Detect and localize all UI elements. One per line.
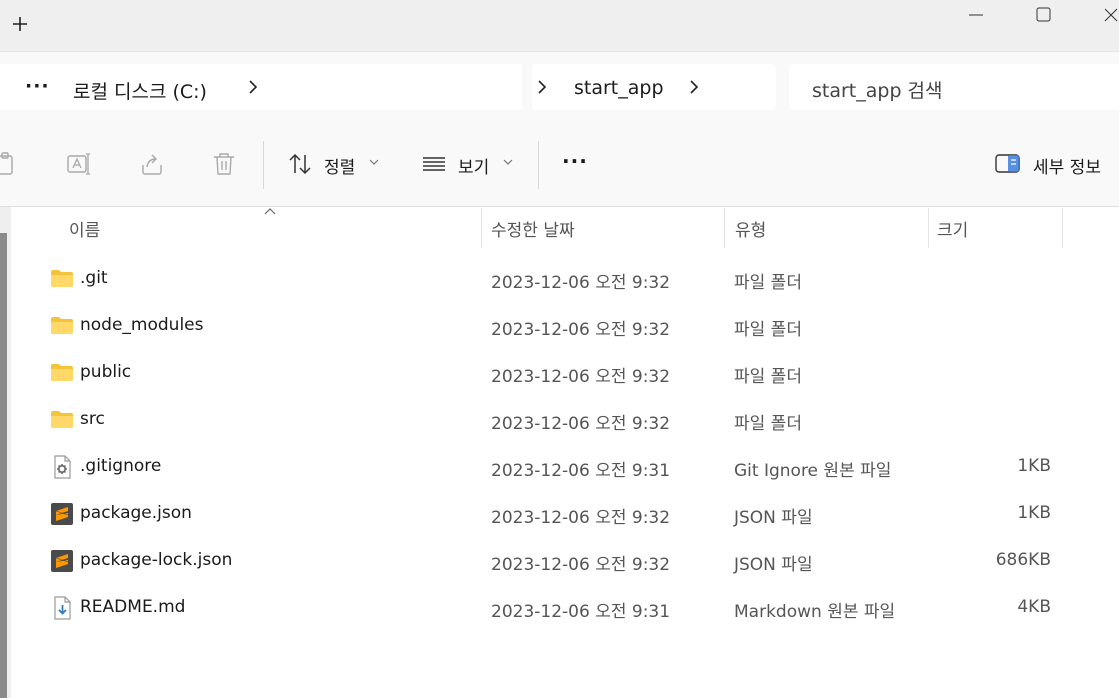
chevron-right-icon-glyph [690, 80, 699, 94]
breadcrumb-current-folder[interactable]: start_app [574, 77, 664, 99]
file-type: 파일 폴더 [734, 320, 802, 340]
file-row[interactable]: node_modules 2023-12-06 오전 9:32 파일 폴더 [11, 303, 1119, 350]
column-divider[interactable] [481, 208, 482, 248]
scrollbar-thumb[interactable] [0, 233, 7, 698]
folder-icon [50, 267, 74, 289]
details-pane-icon [995, 153, 1021, 179]
file-row[interactable]: .gitignore 2023-12-06 오전 9:31 Git Ignore 원… [11, 444, 1119, 491]
paste-button[interactable] [0, 151, 18, 177]
file-type: JSON 파일 [734, 508, 813, 528]
chevron-right-icon-glyph [538, 80, 547, 94]
close-icon [1104, 8, 1118, 22]
file-type: JSON 파일 [734, 555, 813, 575]
chevron-down-icon [503, 156, 513, 169]
settings-file-icon [50, 455, 74, 479]
file-date-modified: 2023-12-06 오전 9:32 [491, 508, 671, 528]
rename-icon [67, 153, 90, 175]
details-label: 세부 정보 [1033, 158, 1101, 178]
toolbar-divider [538, 141, 539, 189]
chevron-right-icon-glyph [249, 80, 258, 94]
file-type: 파일 폴더 [734, 273, 802, 293]
trash-icon [214, 153, 234, 175]
share-icon [142, 154, 162, 175]
address-bar: ··· 로컬 디스크 (C:) start_app start_app 검색 [0, 51, 1119, 126]
file-size: 1KB [1017, 456, 1051, 476]
column-divider[interactable] [1062, 208, 1063, 248]
file-name: node_modules [80, 315, 204, 335]
close-button[interactable] [1098, 5, 1119, 25]
maximize-icon [1036, 7, 1051, 22]
file-date-modified: 2023-12-06 오전 9:32 [491, 320, 671, 340]
sort-label: 정렬 [324, 158, 356, 178]
column-header-type[interactable]: 유형 [735, 216, 766, 241]
column-header-name[interactable]: 이름 [69, 216, 100, 241]
paste-icon [0, 152, 13, 175]
minimize-icon [969, 14, 983, 16]
file-date-modified: 2023-12-06 오전 9:32 [491, 414, 671, 434]
share-button[interactable] [139, 151, 165, 177]
folder-icon [50, 408, 74, 430]
file-date-modified: 2023-12-06 오전 9:31 [491, 602, 671, 622]
column-divider[interactable] [724, 208, 725, 248]
file-name: src [80, 409, 105, 429]
file-row[interactable]: public 2023-12-06 오전 9:32 파일 폴더 [11, 350, 1119, 397]
navigation-pane-scrollbar[interactable] [0, 207, 11, 698]
file-type: 파일 폴더 [734, 414, 802, 434]
file-name: public [80, 362, 132, 382]
view-list-icon [421, 151, 447, 177]
file-row[interactable]: package-lock.json 2023-12-06 오전 9:32 JSON … [11, 538, 1119, 585]
search-input[interactable]: start_app 검색 [789, 64, 1119, 110]
file-date-modified: 2023-12-06 오전 9:32 [491, 273, 671, 293]
sort-icon [287, 151, 313, 177]
sort-ascending-indicator-icon [263, 201, 277, 220]
maximize-button[interactable] [1030, 5, 1060, 25]
file-row[interactable]: README.md 2023-12-06 오전 9:31 Markdown 원본 파… [11, 585, 1119, 632]
search-placeholder: start_app 검색 [812, 80, 943, 102]
view-label: 보기 [458, 158, 490, 178]
file-row[interactable]: src 2023-12-06 오전 9:32 파일 폴더 [11, 397, 1119, 444]
chevron-right-icon[interactable] [688, 78, 700, 101]
file-type: Git Ignore 원본 파일 [734, 461, 892, 481]
plus-icon [13, 17, 27, 31]
file-date-modified: 2023-12-06 오전 9:31 [491, 461, 671, 481]
rename-button[interactable] [66, 151, 92, 177]
column-header-date[interactable]: 수정한 날짜 [491, 216, 575, 241]
folder-icon [50, 314, 74, 336]
chevron-right-icon[interactable] [536, 78, 548, 101]
delete-button[interactable] [211, 151, 237, 177]
toolbar-divider [263, 141, 264, 189]
file-type: 파일 폴더 [734, 367, 802, 387]
file-name: package-lock.json [80, 550, 233, 570]
command-bar: 정렬 보기 ··· 세부 정보 [0, 125, 1119, 207]
column-header-size[interactable]: 크기 [937, 216, 968, 241]
sublime-file-icon [50, 549, 74, 572]
chevron-right-icon[interactable] [247, 78, 259, 101]
folder-icon [50, 361, 74, 383]
markdown-file-icon [50, 596, 74, 620]
file-row[interactable]: package.json 2023-12-06 오전 9:32 JSON 파일 1KB [11, 491, 1119, 538]
breadcrumb-overflow-button[interactable]: ··· [25, 75, 50, 97]
file-date-modified: 2023-12-06 오전 9:32 [491, 555, 671, 575]
column-divider[interactable] [928, 208, 929, 248]
file-type: Markdown 원본 파일 [734, 602, 896, 622]
file-size: 1KB [1017, 503, 1051, 523]
file-size: 4KB [1017, 597, 1051, 617]
file-name: .gitignore [80, 456, 162, 476]
sublime-file-icon [50, 502, 74, 525]
new-tab-button[interactable] [9, 14, 31, 36]
more-options-button[interactable]: ··· [562, 149, 588, 173]
breadcrumb-drive[interactable]: 로컬 디스크 (C:) [73, 77, 207, 104]
file-date-modified: 2023-12-06 오전 9:32 [491, 367, 671, 387]
file-name: .git [80, 268, 108, 288]
file-name: package.json [80, 503, 192, 523]
breadcrumb-hidden-folder[interactable] [272, 66, 520, 106]
minimize-button[interactable] [962, 5, 992, 25]
title-bar [0, 0, 1119, 51]
file-name: README.md [80, 597, 186, 617]
file-row[interactable]: .git 2023-12-06 오전 9:32 파일 폴더 [11, 256, 1119, 303]
file-size: 686KB [995, 550, 1051, 570]
chevron-down-icon [369, 156, 379, 169]
